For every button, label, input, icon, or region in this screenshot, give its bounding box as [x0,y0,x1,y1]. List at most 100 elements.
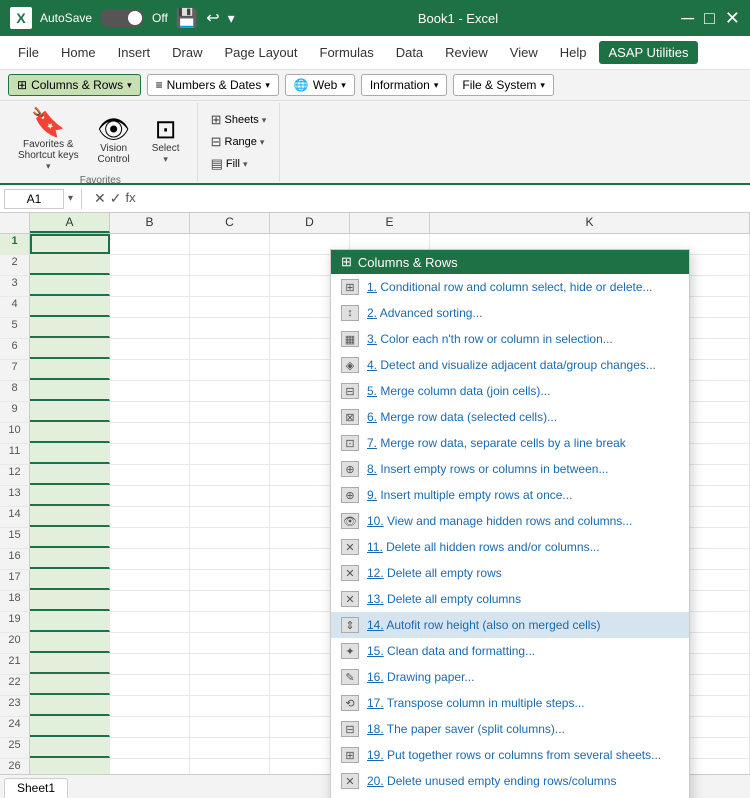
cancel-formula-icon[interactable]: ✕ [94,190,106,207]
col-header-e[interactable]: E [350,213,430,233]
columns-rows-icon: ⊞ [17,78,27,92]
dropdown-item-icon-3: ▦ [341,331,359,347]
expand-cell-ref-icon[interactable]: ▾ [68,193,73,204]
dropdown-item-icon-2: ↕ [341,305,359,321]
window-title: Book1 - Excel [235,11,682,26]
dropdown-item-2[interactable]: ↕2. Advanced sorting... [331,300,689,326]
favorites-button[interactable]: 🔖 Favorites &Shortcut keys ▾ [10,105,87,175]
dropdown-item-icon-17: ⟲ [341,695,359,711]
dropdown-item-16[interactable]: ✎16. Drawing paper... [331,664,689,690]
web-dropdown[interactable]: 🌐 Web ▾ [285,74,355,96]
menu-home[interactable]: Home [51,41,106,64]
menu-data[interactable]: Data [386,41,433,64]
menu-page-layout[interactable]: Page Layout [215,41,308,64]
excel-app: X AutoSave Off 💾 ↩ ▾ Book1 - Excel ─ □ ✕… [0,0,750,798]
range-icon: ⊟ [211,134,222,150]
dropdown-item-text-16: 16. Drawing paper... [367,670,474,684]
dropdown-item-text-11: 11. Delete all hidden rows and/or column… [367,540,600,554]
dropdown-header: ⊞ Columns & Rows [331,250,689,274]
sheets-button[interactable]: ⊞ Sheets ▾ [206,110,272,130]
dropdown-item-15[interactable]: ✦ 15. Clean data and formatting... [331,638,689,664]
minimize-button[interactable]: ─ [681,8,694,29]
dropdown-item-11[interactable]: ✕ 11. Delete all hidden rows and/or colum… [331,534,689,560]
dropdown-item-5[interactable]: ⊟ 5. Merge column data (join cells)... [331,378,689,404]
dropdown-item-10[interactable]: 👁10. View and manage hidden rows and col… [331,508,689,534]
dropdown-item-6[interactable]: ⊠6. Merge row data (selected cells)... [331,404,689,430]
columns-rows-dropdown[interactable]: ⊞ Columns & Rows ▾ [8,74,141,96]
dropdown-item-20[interactable]: ✕20. Delete unused empty ending rows/col… [331,768,689,794]
dropdown-item-icon-20: ✕ [341,773,359,789]
vision-control-button[interactable]: 👁 VisionControl [89,112,139,169]
dropdown-item-18[interactable]: ⊟18. The paper saver (split columns)... [331,716,689,742]
col-header-rest: K [430,213,750,233]
cell-b1[interactable] [110,234,190,254]
cell-c1[interactable] [190,234,270,254]
numbers-dates-caret: ▾ [265,80,270,91]
dropdown-item-9[interactable]: ⊕9. Insert multiple empty rows at once..… [331,482,689,508]
customize-icon[interactable]: ▾ [228,10,235,27]
numbers-dates-label: Numbers & Dates [167,78,262,92]
dropdown-item-icon-15: ✦ [341,643,359,659]
dropdown-item-1[interactable]: ⊞1. Conditional row and column select, h… [331,274,689,300]
ribbon-group-favorites: 🔖 Favorites &Shortcut keys ▾ 👁 VisionCon… [4,103,198,181]
menu-file[interactable]: File [8,41,49,64]
dropdown-item-21[interactable]: ↺21. Reset Excel's last cell [331,794,689,798]
dropdown-header-title: Columns & Rows [358,255,458,270]
select-button[interactable]: ⊡ Select ▾ [141,112,191,169]
dropdown-item-12[interactable]: ✕12. Delete all empty rows [331,560,689,586]
dropdown-item-4[interactable]: ◈4. Detect and visualize adjacent data/g… [331,352,689,378]
menu-bar: File Home Insert Draw Page Layout Formul… [0,36,750,70]
menu-formulas[interactable]: Formulas [310,41,384,64]
sheet-tab-sheet1[interactable]: Sheet1 [4,778,68,798]
sheets-icon: ⊞ [211,112,222,128]
dropdown-item-text-5: 5. Merge column data (join cells)... [367,384,550,398]
col-header-d[interactable]: D [270,213,350,233]
cell-a1[interactable] [30,234,110,254]
dropdown-item-text-19: 19. Put together rows or columns from se… [367,748,661,762]
dropdown-item-19[interactable]: ⊞19. Put together rows or columns from s… [331,742,689,768]
col-header-c[interactable]: C [190,213,270,233]
columns-rows-label: Columns & Rows [31,78,123,92]
dropdown-item-7[interactable]: ⊡7. Merge row data, separate cells by a … [331,430,689,456]
close-button[interactable]: ✕ [725,8,740,29]
information-dropdown[interactable]: Information ▾ [361,74,448,96]
dropdown-item-text-15: 15. Clean data and formatting... [367,644,535,658]
dropdown-item-icon-18: ⊟ [341,721,359,737]
cell-reference-input[interactable] [4,189,64,209]
dropdown-item-3[interactable]: ▦3. Color each n'th row or column in sel… [331,326,689,352]
file-system-caret: ▾ [540,80,545,91]
dropdown-item-8[interactable]: ⊕8. Insert empty rows or columns in betw… [331,456,689,482]
dropdown-item-text-7: 7. Merge row data, separate cells by a l… [367,436,626,450]
menu-asap-utilities[interactable]: ASAP Utilities [599,41,699,64]
dropdown-item-icon-11: ✕ [341,539,359,555]
confirm-formula-icon[interactable]: ✓ [110,190,122,207]
dropdown-item-17[interactable]: ⟲17. Transpose column in multiple steps.… [331,690,689,716]
formula-input[interactable] [144,189,746,208]
insert-function-icon[interactable]: fx [126,190,136,207]
col-header-b[interactable]: B [110,213,190,233]
file-system-dropdown[interactable]: File & System ▾ [453,74,554,96]
menu-insert[interactable]: Insert [108,41,161,64]
dropdown-item-icon-5: ⊟ [341,383,359,399]
ribbon-top-row: ⊞ Columns & Rows ▾ ≡ Numbers & Dates ▾ 🌐… [0,70,750,101]
autosave-toggle[interactable] [100,9,144,27]
menu-help[interactable]: Help [550,41,597,64]
undo-icon[interactable]: ↩ [206,8,219,28]
numbers-dates-dropdown[interactable]: ≡ Numbers & Dates ▾ [147,74,279,96]
fill-button[interactable]: ▤ Fill ▾ [206,154,272,174]
save-icon[interactable]: 💾 [176,8,198,29]
dropdown-item-icon-13: ✕ [341,591,359,607]
columns-rows-dropdown-menu: ⊞ Columns & Rows ⊞1. Conditional row and… [330,249,690,798]
col-header-a[interactable]: A [30,213,110,233]
dropdown-item-14[interactable]: ⇕14. Autofit row height (also on merged … [331,612,689,638]
dropdown-item-text-9: 9. Insert multiple empty rows at once... [367,488,572,502]
dropdown-item-13[interactable]: ✕13. Delete all empty columns [331,586,689,612]
menu-review[interactable]: Review [435,41,498,64]
range-button[interactable]: ⊟ Range ▾ [206,132,272,152]
fill-icon: ▤ [211,156,223,172]
maximize-button[interactable]: □ [704,8,715,29]
ribbon: ⊞ Columns & Rows ▾ ≡ Numbers & Dates ▾ 🌐… [0,70,750,185]
menu-view[interactable]: View [500,41,548,64]
menu-draw[interactable]: Draw [162,41,212,64]
columns-rows-caret: ▾ [127,80,132,91]
